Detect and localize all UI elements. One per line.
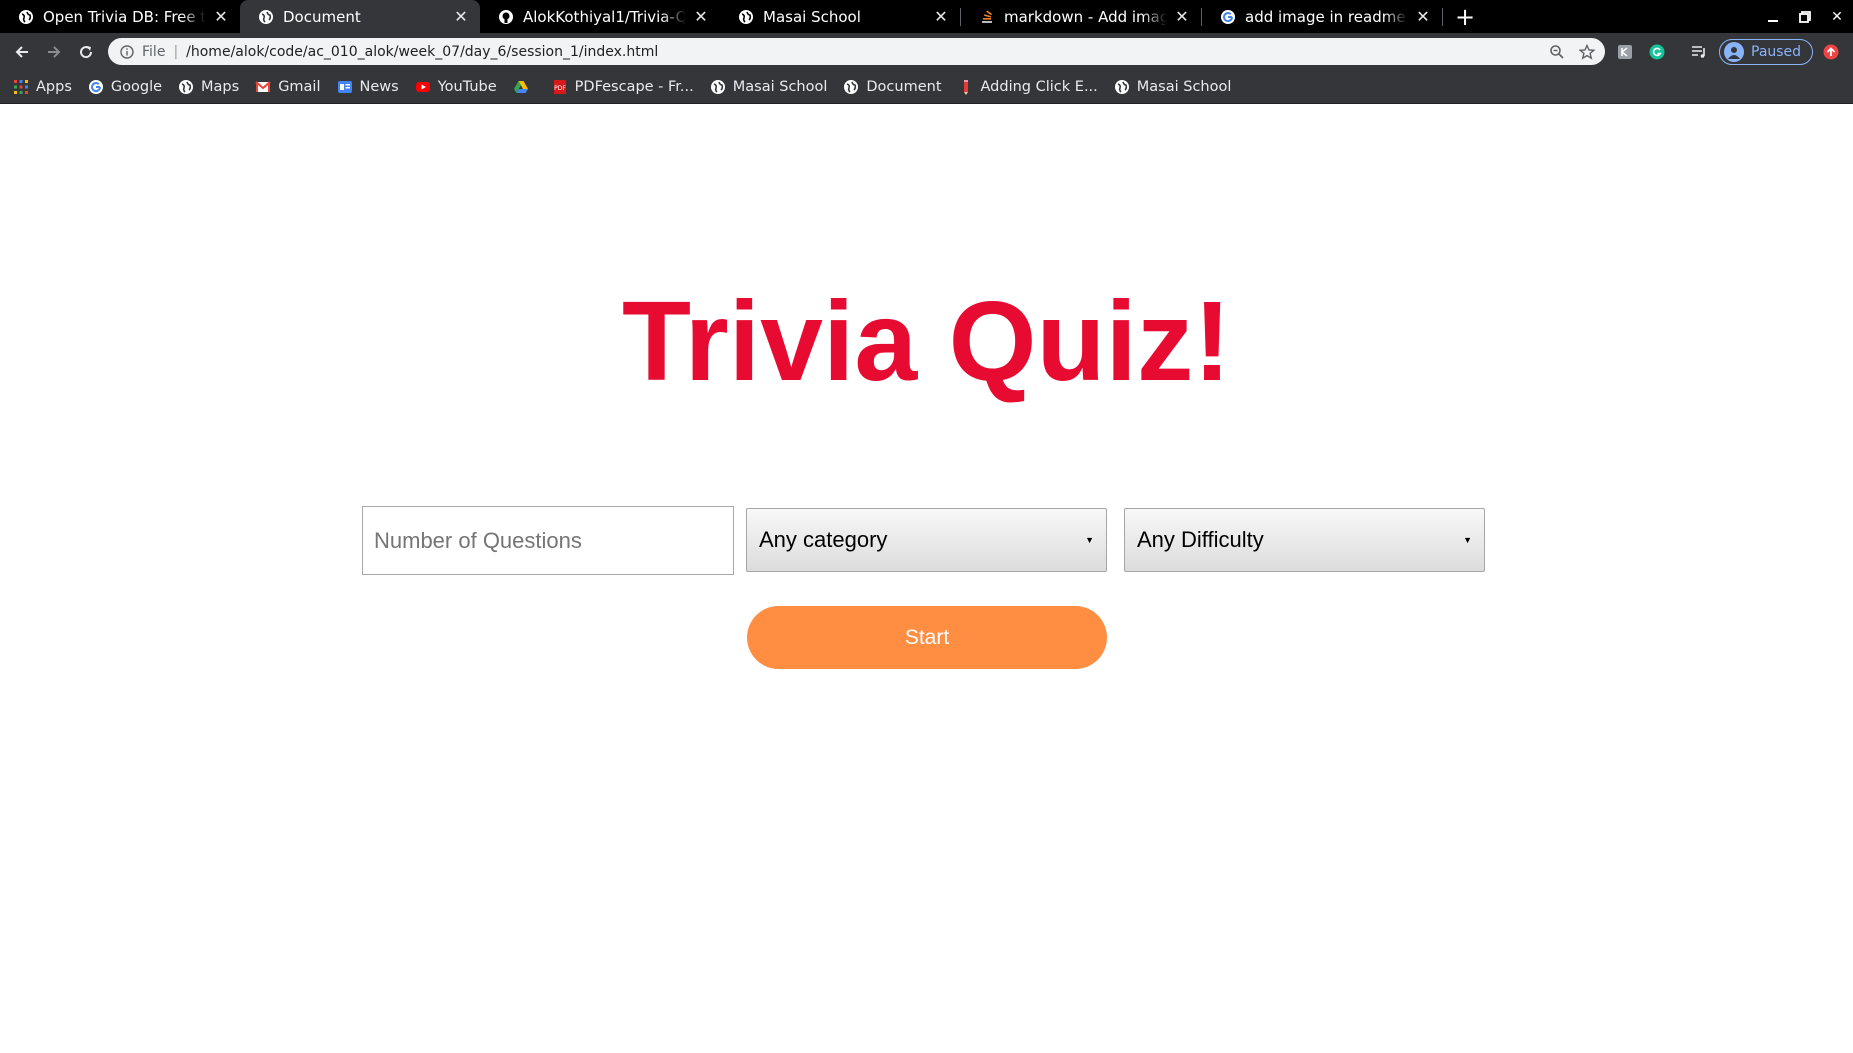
close-icon[interactable]: ✕ bbox=[452, 7, 470, 26]
bookmark-drive[interactable] bbox=[513, 79, 536, 95]
bookmark-youtube[interactable]: YouTube bbox=[415, 79, 497, 95]
apps-grid-icon bbox=[13, 79, 29, 95]
globe-icon bbox=[710, 79, 726, 95]
bookmark-gmail[interactable]: Gmail bbox=[255, 78, 321, 95]
forward-arrow-icon[interactable] bbox=[38, 36, 70, 68]
bookmark-masai-school-2[interactable]: Masai School bbox=[1114, 78, 1232, 95]
window-controls: ✕ bbox=[1757, 0, 1853, 33]
bookmark-adding-click-events[interactable]: Adding Click E... bbox=[958, 79, 1098, 95]
profile-button[interactable]: Paused bbox=[1719, 39, 1813, 65]
page-content: Trivia Quiz! Any category ▼ Any Difficul… bbox=[0, 105, 1853, 1053]
avatar bbox=[1724, 42, 1744, 62]
google-icon bbox=[88, 79, 104, 95]
bookmark-label: Masai School bbox=[1136, 78, 1232, 95]
reload-icon[interactable] bbox=[70, 36, 102, 68]
close-icon[interactable]: ✕ bbox=[1414, 7, 1432, 26]
zoom-icon[interactable] bbox=[1549, 44, 1565, 60]
url-divider: | bbox=[173, 43, 179, 60]
tab-title: markdown - Add images to bbox=[1004, 7, 1167, 26]
update-icon[interactable] bbox=[1823, 33, 1839, 70]
tab-title: Open Trivia DB: Free to use bbox=[43, 7, 206, 26]
difficulty-selected-value: Any Difficulty bbox=[1137, 527, 1264, 552]
bookmark-label: Document bbox=[866, 78, 942, 95]
page-title: Trivia Quiz! bbox=[621, 278, 1232, 404]
bookmark-label: Adding Click E... bbox=[980, 78, 1098, 95]
google-icon bbox=[1220, 9, 1236, 25]
start-button[interactable]: Start bbox=[747, 606, 1107, 669]
tab-title: Document bbox=[283, 7, 361, 26]
restore-icon[interactable] bbox=[1789, 0, 1821, 33]
bookmark-label: Apps bbox=[36, 78, 72, 95]
tab-open-trivia-db[interactable]: Open Trivia DB: Free to use ✕ bbox=[0, 0, 240, 33]
dropdown-arrow-icon: ▼ bbox=[1463, 535, 1472, 545]
tab-github-trivia-quiz[interactable]: AlokKothiyal1/Trivia-Quiz ✕ bbox=[480, 0, 720, 33]
tab-strip: Open Trivia DB: Free to use ✕ Document ✕… bbox=[0, 0, 1853, 33]
url-text[interactable]: /home/alok/code/ac_010_alok/week_07/day_… bbox=[186, 44, 1549, 60]
media-controls-icon[interactable] bbox=[1691, 33, 1707, 70]
bookmark-google[interactable]: Google bbox=[88, 79, 162, 95]
info-icon[interactable] bbox=[118, 43, 136, 61]
back-arrow-icon[interactable] bbox=[6, 36, 38, 68]
bookmark-star-icon[interactable] bbox=[1579, 43, 1595, 60]
stackoverflow-icon bbox=[979, 9, 995, 25]
tab-title: AlokKothiyal1/Trivia-Quiz bbox=[523, 7, 686, 26]
youtube-icon bbox=[415, 79, 431, 95]
pencil-icon bbox=[958, 79, 974, 95]
browser-toolbar: File | /home/alok/code/ac_010_alok/week_… bbox=[0, 33, 1853, 70]
globe-icon bbox=[258, 9, 274, 25]
bookmark-label: Masai School bbox=[732, 78, 828, 95]
category-selected-value: Any category bbox=[759, 527, 888, 552]
address-bar[interactable]: File | /home/alok/code/ac_010_alok/week_… bbox=[108, 38, 1605, 65]
tab-document[interactable]: Document ✕ bbox=[240, 0, 480, 33]
extension-icon[interactable] bbox=[1617, 33, 1633, 70]
bookmark-label: News bbox=[359, 78, 399, 95]
bookmark-news[interactable]: News bbox=[337, 79, 399, 95]
bookmark-label: YouTube bbox=[437, 78, 497, 95]
new-tab-button[interactable]: + bbox=[1449, 0, 1481, 33]
globe-icon bbox=[738, 9, 754, 25]
globe-icon bbox=[1114, 79, 1130, 95]
tab-markdown-images[interactable]: markdown - Add images to ✕ bbox=[961, 0, 1201, 33]
bookmark-apps[interactable]: Apps bbox=[13, 79, 72, 95]
news-icon bbox=[337, 79, 353, 95]
globe-icon bbox=[843, 79, 859, 95]
github-icon bbox=[498, 9, 514, 25]
category-select[interactable]: Any category ▼ bbox=[746, 508, 1107, 572]
tab-google-search[interactable]: add image in readme github ✕ bbox=[1202, 0, 1442, 33]
close-icon[interactable]: ✕ bbox=[932, 7, 950, 26]
close-icon[interactable]: ✕ bbox=[212, 7, 230, 26]
bookmarks-bar: Apps Google Maps Gmail News YouTube PDF … bbox=[0, 70, 1853, 104]
url-scheme: File bbox=[142, 43, 166, 60]
number-of-questions-input[interactable] bbox=[362, 506, 734, 575]
minimize-icon[interactable] bbox=[1757, 0, 1789, 33]
grammarly-icon[interactable] bbox=[1649, 33, 1665, 70]
drive-icon bbox=[513, 79, 529, 95]
close-icon[interactable]: ✕ bbox=[1173, 7, 1191, 26]
bookmark-label: Gmail bbox=[278, 78, 321, 95]
difficulty-select[interactable]: Any Difficulty ▼ bbox=[1124, 508, 1485, 572]
bookmark-label: Maps bbox=[201, 78, 240, 95]
bookmark-maps[interactable]: Maps bbox=[178, 79, 239, 95]
bookmark-label: Google bbox=[110, 78, 163, 95]
bookmark-label: PDFescape - Fr... bbox=[574, 78, 694, 95]
gmail-icon bbox=[255, 79, 271, 95]
bookmark-document[interactable]: Document bbox=[843, 78, 942, 95]
profile-status-label: Paused bbox=[1751, 44, 1802, 60]
bookmark-pdfescape[interactable]: PDF PDFescape - Fr... bbox=[552, 79, 694, 95]
svg-text:PDF: PDF bbox=[554, 85, 566, 92]
close-icon[interactable]: ✕ bbox=[692, 7, 710, 26]
pdfescape-icon: PDF bbox=[552, 79, 568, 95]
bookmark-masai-school[interactable]: Masai School bbox=[710, 78, 828, 95]
tab-masai-school[interactable]: Masai School ✕ bbox=[720, 0, 960, 33]
close-window-icon[interactable]: ✕ bbox=[1821, 0, 1853, 33]
globe-icon bbox=[178, 79, 194, 95]
tab-title: Masai School bbox=[763, 7, 861, 26]
dropdown-arrow-icon: ▼ bbox=[1085, 535, 1094, 545]
globe-icon bbox=[18, 9, 34, 25]
tab-separator bbox=[1442, 7, 1443, 26]
tab-title: add image in readme github bbox=[1245, 7, 1408, 26]
